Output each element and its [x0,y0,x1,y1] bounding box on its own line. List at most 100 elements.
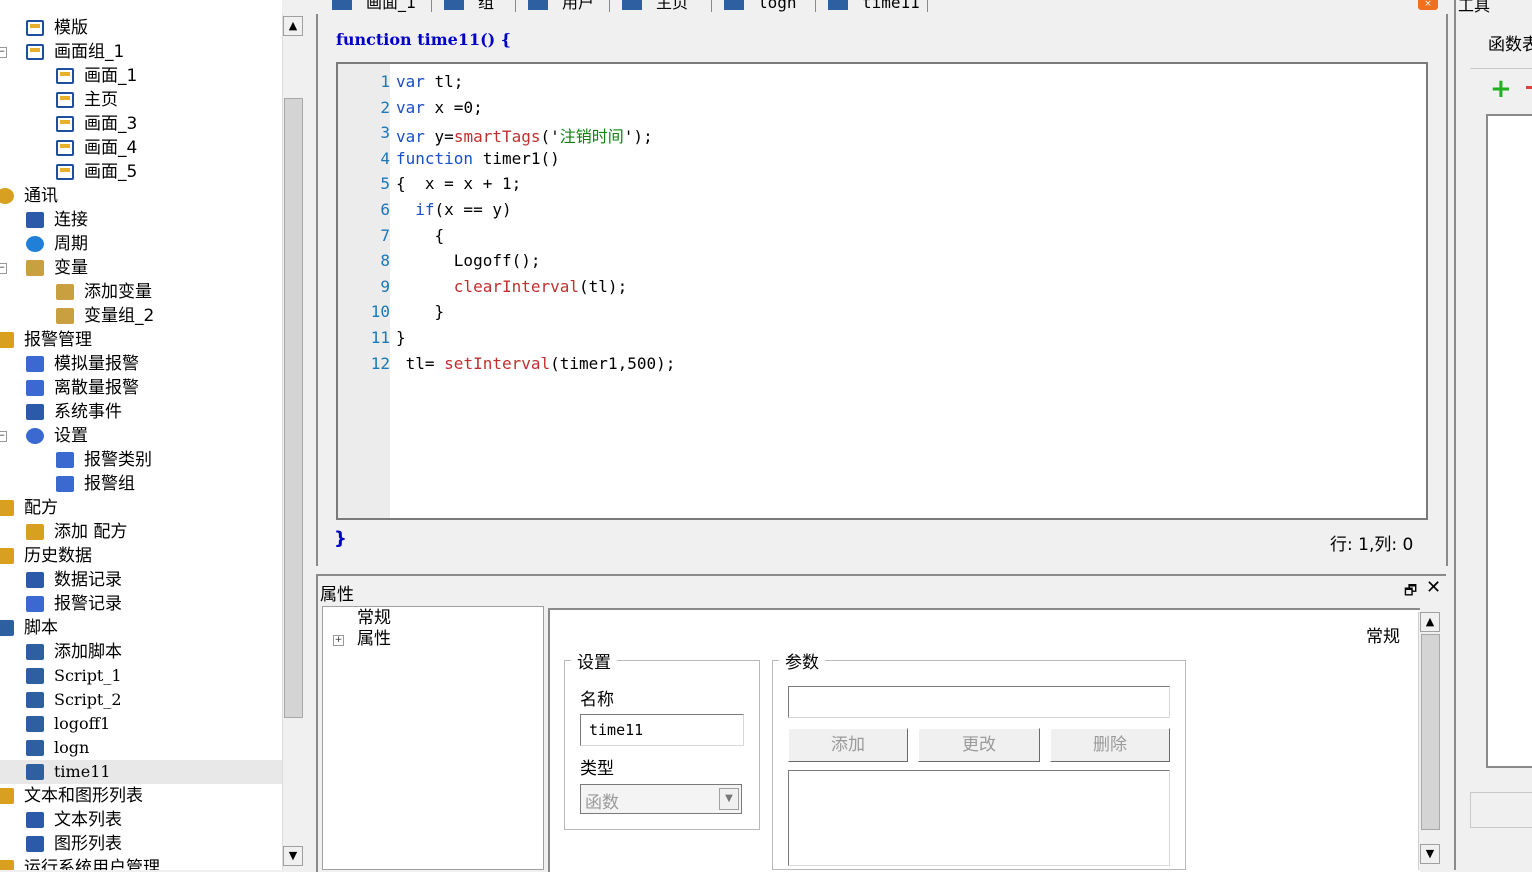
expand-plus-icon[interactable]: + [333,635,344,646]
tree-item[interactable]: 历史数据 [0,544,282,568]
properties-category-tree: 常规 + 属性 [322,606,544,870]
script-folder-icon [0,620,14,636]
code-line[interactable]: tl= setInterval(timer1,500); [396,354,676,373]
scroll-up-arrow-icon[interactable]: ▲ [1420,612,1440,632]
chevron-down-icon[interactable]: ▼ [719,788,739,810]
delete-parameter-button[interactable]: 删除 [1050,728,1170,762]
tree-item[interactable]: 离散量报警 [0,376,282,400]
tree-item[interactable]: 模拟量报警 [0,352,282,376]
tree-item[interactable]: 报警类别 [0,448,282,472]
tree-item[interactable]: 脚本 [0,616,282,640]
code-line[interactable]: } [396,302,445,321]
editor-tab[interactable]: 画面_1 [320,0,432,12]
collapse-toggle-icon[interactable]: − [0,431,7,442]
cycle-icon [26,236,44,252]
collapse-toggle-icon[interactable]: − [0,263,7,274]
function-signature: function time11() { [336,30,512,49]
code-line[interactable]: { x = x + 1; [396,174,521,193]
tree-item[interactable]: 报警管理 [0,328,282,352]
restore-window-icon[interactable]: 🗗 [1404,580,1417,604]
change-parameter-button[interactable]: 更改 [918,728,1040,762]
code-line[interactable]: } [396,328,406,347]
tree-item[interactable]: 数据记录 [0,568,282,592]
tools-panel: 工具 函数表 + [1454,0,1532,870]
function-list[interactable] [1486,114,1532,768]
tree-item[interactable]: 运行系统用户管理 [0,856,282,870]
tree-item[interactable]: 连接 [0,208,282,232]
tree-scrollbar[interactable]: ▲ ▼ [282,14,305,870]
editor-tab[interactable]: 组 [432,0,516,12]
tree-item[interactable]: 添加 配方 [0,520,282,544]
tree-item[interactable]: 文本列表 [0,808,282,832]
editor-tab[interactable]: time11 [816,0,928,12]
tree-item[interactable]: 通讯 [0,184,282,208]
add-parameter-button[interactable]: 添加 [788,728,908,762]
tree-item[interactable]: 文本和图形列表 [0,784,282,808]
code-token: function [396,149,474,168]
alarm-class-icon [56,452,74,468]
code-line[interactable]: var x =0; [396,98,483,117]
code-line[interactable]: var y=smartTags('注销时间'); [396,123,653,147]
tree-item[interactable]: 系统事件 [0,400,282,424]
scroll-thumb[interactable] [284,98,303,718]
tree-item[interactable]: 画面_1 [0,64,282,88]
function-list-tab[interactable]: 函数表 [1488,30,1532,55]
tree-item[interactable]: 模版 [0,16,282,40]
tree-item[interactable]: 报警记录 [0,592,282,616]
name-input[interactable]: time11 [580,714,744,746]
editor-tab[interactable]: 主页 [610,0,712,12]
tree-item[interactable]: logn [0,736,282,760]
close-tab-icon[interactable]: × [1418,0,1438,10]
code-line[interactable]: clearInterval(tl); [396,277,627,296]
tree-item[interactable]: 变量组_2 [0,304,282,328]
tree-item[interactable]: − 变量 [0,256,282,280]
tree-item[interactable]: 添加变量 [0,280,282,304]
parameter-list[interactable] [788,770,1170,866]
code-line[interactable]: function timer1() [396,149,560,168]
tree-item[interactable]: Script_1 [0,664,282,688]
close-panel-icon[interactable]: ✕ [1426,577,1441,598]
script-icon [26,668,44,684]
tree-item[interactable]: 主页 [0,88,282,112]
tree-item[interactable]: 添加脚本 [0,640,282,664]
tree-item-label: 周期 [54,234,88,254]
script-icon [26,764,44,780]
tree-item[interactable]: 图形列表 [0,832,282,856]
tree-item[interactable]: 周期 [0,232,282,256]
line-number: 4 [380,149,390,168]
code-line[interactable]: { [396,226,445,245]
add-function-icon[interactable]: + [1490,76,1512,102]
scroll-up-arrow-icon[interactable]: ▲ [283,16,303,36]
tree-item[interactable]: 报警组 [0,472,282,496]
tree-item[interactable]: − 画面组_1 [0,40,282,64]
code-line[interactable]: var tl; [396,72,463,91]
tree-item[interactable]: logoff1 [0,712,282,736]
parameter-input[interactable] [788,686,1170,718]
tree-item-label: 系统事件 [54,402,122,422]
screen-icon [56,92,74,108]
scroll-thumb[interactable] [1421,634,1440,830]
code-line[interactable]: if(x == y) [396,200,511,219]
tree-item-label: logn [54,738,90,757]
category-general[interactable]: 常规 [357,609,391,627]
system-event-icon [26,404,44,420]
remove-function-icon[interactable] [1526,86,1532,89]
tree-item[interactable]: 配方 [0,496,282,520]
tree-item[interactable]: 画面_3 [0,112,282,136]
scroll-down-arrow-icon[interactable]: ▼ [1420,844,1440,864]
editor-tab[interactable]: logn [712,0,816,12]
editor-tab[interactable]: 用户 [516,0,610,12]
code-line[interactable]: Logoff(); [396,251,541,270]
scroll-down-arrow-icon[interactable]: ▼ [283,846,303,866]
properties-scrollbar[interactable]: ▲ ▼ [1418,612,1441,870]
tree-item[interactable]: Script_2 [0,688,282,712]
tree-item[interactable]: time11 [0,760,282,784]
editor-tab-label: 主页 [656,0,689,12]
function-list-footer [1470,792,1532,828]
collapse-toggle-icon[interactable]: − [0,47,7,58]
type-select[interactable]: 函数 ▼ [580,784,742,814]
tree-item[interactable]: 画面_5 [0,160,282,184]
tree-item[interactable]: 画面_4 [0,136,282,160]
category-properties[interactable]: 属性 [357,629,391,649]
tree-item[interactable]: − 设置 [0,424,282,448]
